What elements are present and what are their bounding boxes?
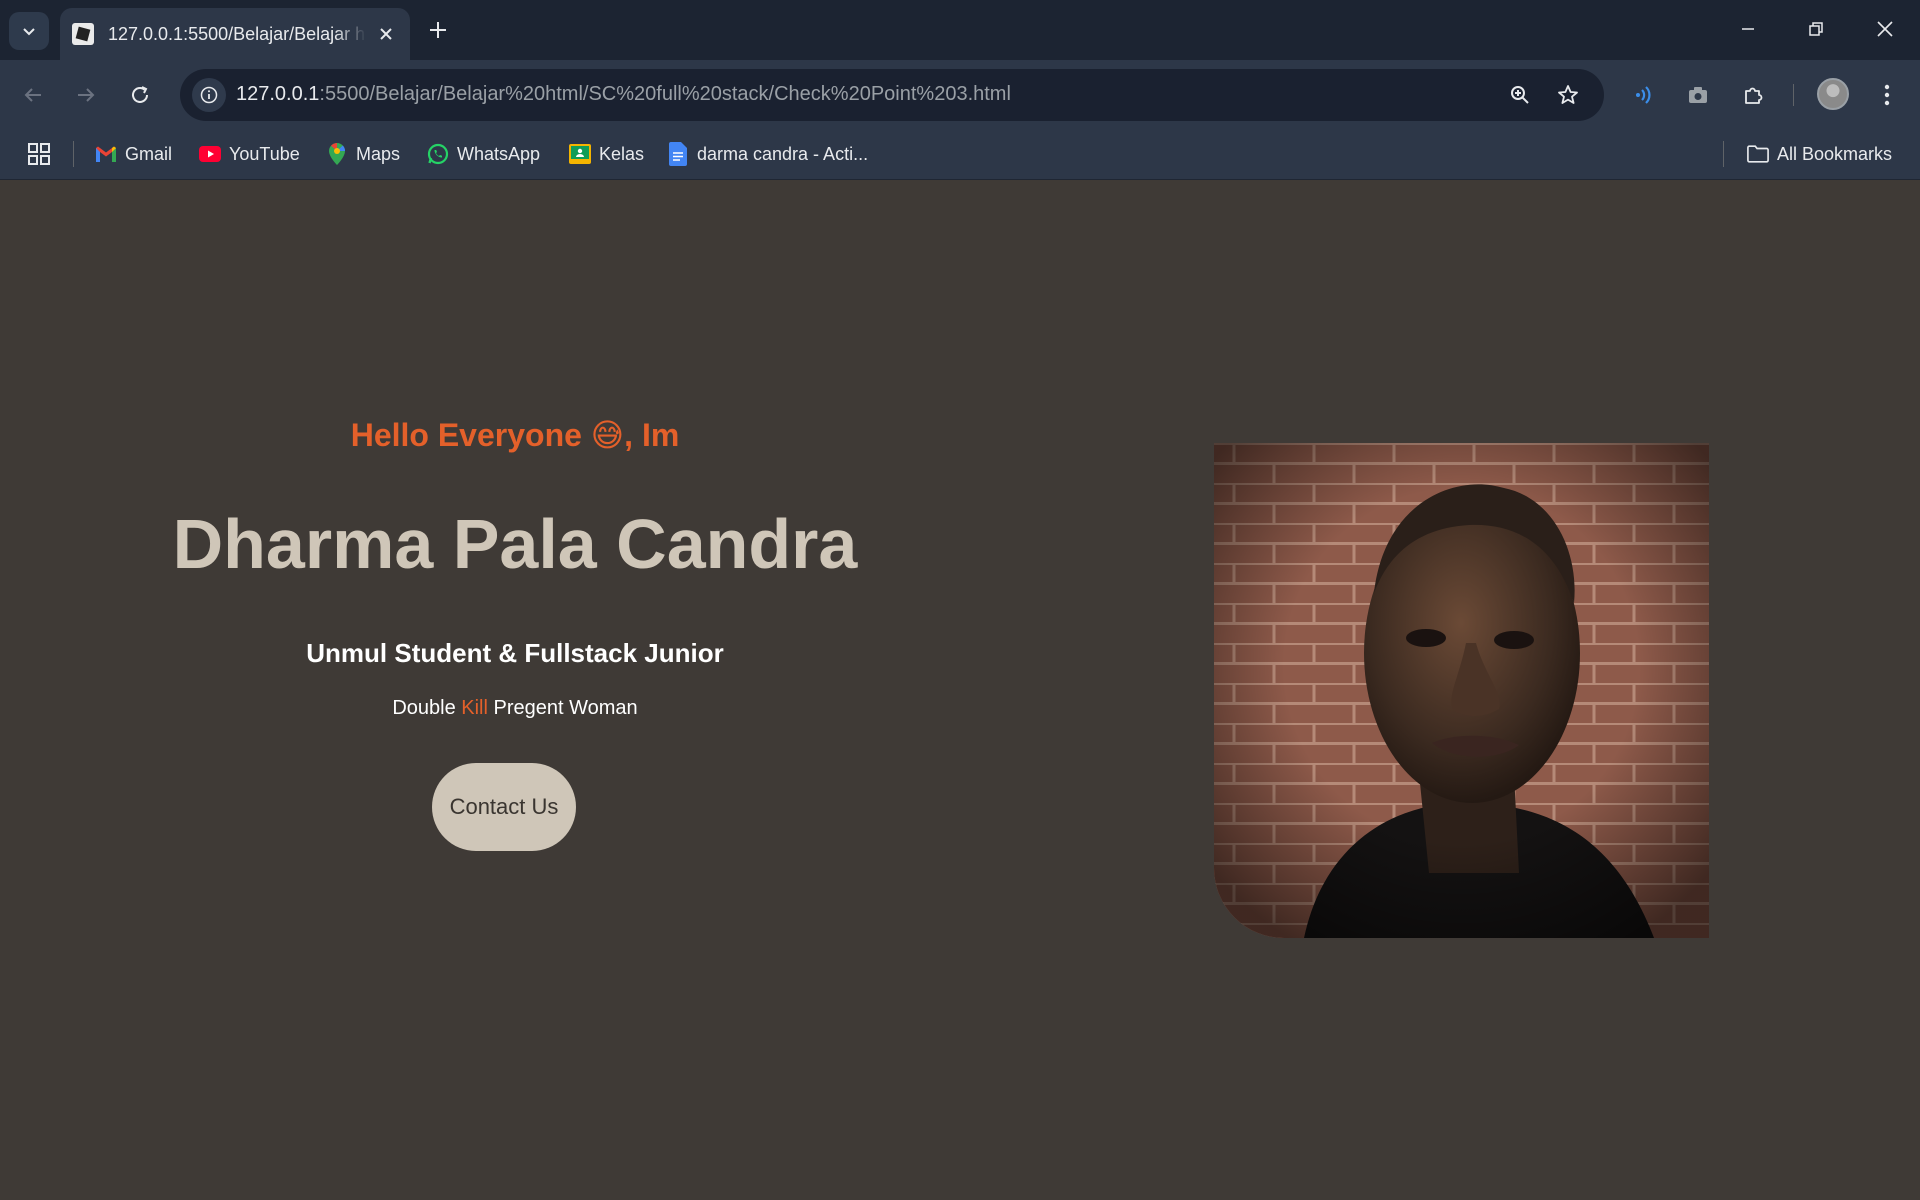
all-bookmarks-label: All Bookmarks [1777,143,1893,164]
bookmark-star-button[interactable] [1554,81,1582,109]
contact-us-button[interactable]: Contact Us [432,763,576,851]
docs-icon [667,142,689,166]
youtube-icon [199,143,221,165]
sound-waves-icon [1636,86,1651,104]
bookmark-youtube[interactable]: YouTube [199,137,300,171]
subline: Double Kill Pregent Woman [90,697,940,720]
read-aloud-button[interactable] [1626,77,1662,113]
gmail-icon [95,143,117,165]
puzzle-icon [1745,87,1763,104]
apps-button[interactable] [26,141,52,167]
bookmark-gmail[interactable]: Gmail [95,137,172,171]
greeting-heading: Hello Everyone 😅, Im [350,417,680,453]
minimize-icon [1742,28,1754,30]
bookmark-label: Gmail [125,143,173,164]
close-icon [380,28,392,40]
new-tab-button[interactable] [422,14,454,46]
arrow-left-icon [24,88,41,102]
close-icon [1877,21,1893,37]
page-content: Hello Everyone 😅, Im Dharma Pala Candra … [0,180,1920,1200]
url-host: 127.0.0.1 [236,83,320,105]
forward-button[interactable] [68,77,104,113]
tagline: Unmul Student & Fullstack Junior [306,638,724,668]
profile-photo [1214,443,1709,938]
active-tab[interactable]: 127.0.0.1:5500/Belajar/Belajar html/SC f… [60,8,410,60]
reload-button[interactable] [122,77,158,113]
camera-icon [1689,87,1707,103]
subline-accent: Kill [461,697,488,719]
zoom-in-icon [1511,86,1529,104]
info-icon [200,86,218,104]
folder-icon [1747,143,1769,165]
subline-text: Pregent Woman [487,697,638,719]
tab-search-button[interactable] [9,12,49,50]
tab-close-button[interactable] [372,20,400,48]
screenshot-extension-button[interactable] [1680,77,1716,113]
chevron-down-icon [23,28,35,36]
bookmarks-divider [73,141,74,167]
kebab-menu-icon [1884,84,1890,106]
site-info-button[interactable] [192,78,226,112]
tab-title: 127.0.0.1:5500/Belajar/Belajar html/SC f… [108,23,366,44]
minimize-button[interactable] [1714,0,1782,58]
bookmark-label: YouTube [229,143,300,164]
all-bookmarks-button[interactable]: All Bookmarks [1747,137,1892,171]
arrow-right-icon [78,88,95,102]
plus-icon [430,22,446,38]
bookmarks-divider [1723,141,1724,167]
whatsapp-icon [427,143,449,165]
classroom-icon [569,143,591,165]
menu-button[interactable] [1869,77,1905,113]
reload-icon [132,86,148,103]
address-bar[interactable]: 127.0.0.1:5500/Belajar/Belajar%20html/SC… [180,69,1604,121]
page-favicon-icon [72,23,94,45]
extensions-button[interactable] [1735,77,1771,113]
restore-icon [1809,22,1823,36]
bookmarks-bar: Gmail YouTube Maps WhatsApp Kelas darma … [0,129,1920,180]
bookmark-label: Kelas [599,143,645,164]
back-button[interactable] [15,77,51,113]
apps-grid-icon [28,143,50,165]
bookmark-kelas[interactable]: Kelas [569,137,644,171]
tab-strip: 127.0.0.1:5500/Belajar/Belajar html/SC f… [0,0,1920,60]
url-text: 127.0.0.1:5500/Belajar/Belajar%20html/SC… [236,83,1011,106]
bookmark-docs[interactable]: darma candra - Acti... [667,137,868,171]
browser-toolbar: 127.0.0.1:5500/Belajar/Belajar%20html/SC… [0,60,1920,129]
star-icon [1558,85,1578,104]
bookmark-whatsapp[interactable]: WhatsApp [427,137,540,171]
url-path: :5500/Belajar/Belajar%20html/SC%20full%2… [319,83,1011,105]
subline-text: Double [392,697,462,719]
maps-icon [326,143,348,165]
zoom-button[interactable] [1506,81,1534,109]
close-window-button[interactable] [1851,0,1919,58]
bookmark-label: WhatsApp [457,143,541,164]
profile-avatar[interactable] [1817,78,1849,110]
toolbar-divider [1793,84,1794,106]
bookmark-maps[interactable]: Maps [326,137,400,171]
restore-button[interactable] [1782,0,1850,58]
name-heading: Dharma Pala Candra [172,505,858,583]
bookmark-label: darma candra - Acti... [697,143,869,164]
bookmark-label: Maps [356,143,401,164]
